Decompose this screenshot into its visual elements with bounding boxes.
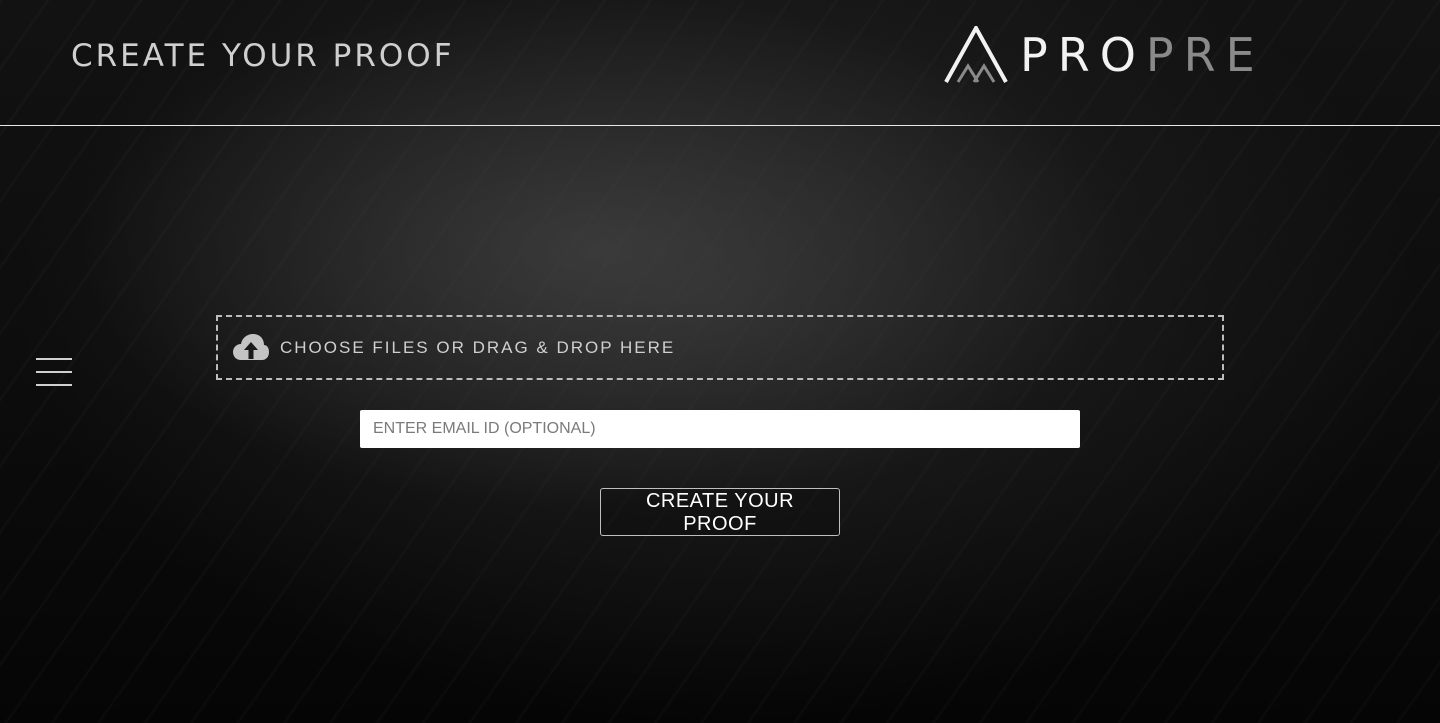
hamburger-icon-line: [36, 384, 72, 386]
file-dropzone[interactable]: CHOOSE FILES OR DRAG & DROP HERE: [216, 315, 1224, 380]
hamburger-icon: [36, 358, 72, 360]
cloud-upload-icon: [233, 333, 269, 360]
logo-text-secondary: PRE: [1145, 28, 1265, 82]
dropzone-label: CHOOSE FILES OR DRAG & DROP HERE: [280, 337, 676, 357]
logo-mark-icon: [944, 26, 1008, 83]
logo-text-primary: PRO: [1020, 28, 1146, 82]
header: CREATE YOUR PROOF PRO PRE: [0, 0, 1440, 126]
email-input[interactable]: [360, 410, 1080, 448]
logo-text: PRO PRE: [1020, 32, 1265, 78]
page: CREATE YOUR PROOF PRO PRE CHOOSE FILES O…: [0, 0, 1440, 723]
page-title: CREATE YOUR PROOF: [71, 38, 455, 74]
brand-logo: PRO PRE: [944, 26, 1265, 84]
hamburger-icon-line: [36, 371, 72, 373]
create-proof-button[interactable]: CREATE YOUR PROOF: [600, 488, 840, 536]
hamburger-menu-button[interactable]: [36, 358, 72, 386]
